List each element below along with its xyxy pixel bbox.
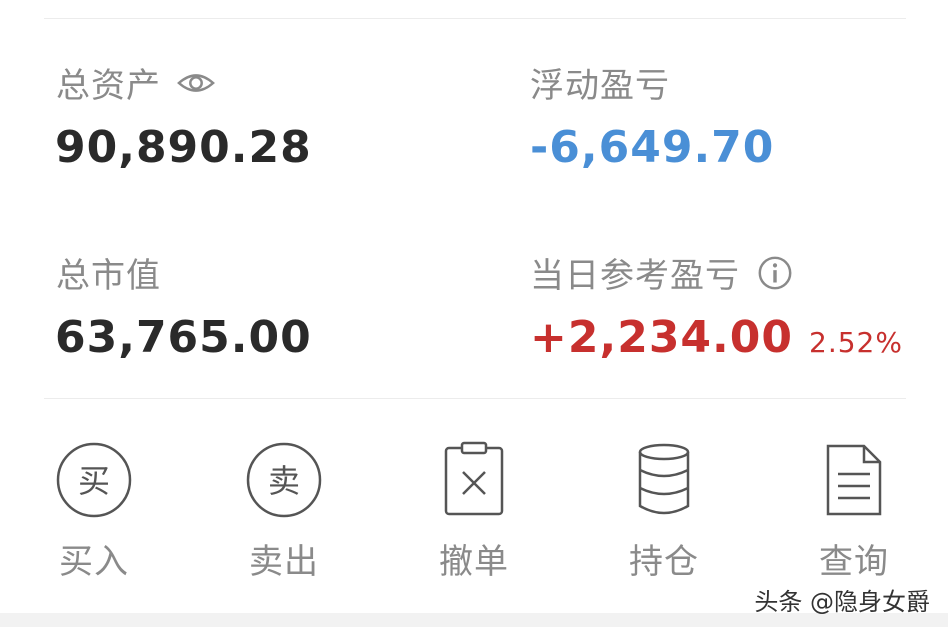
market-value-label: 总市值 xyxy=(56,256,161,296)
cancel-order-clipboard-icon xyxy=(444,441,504,516)
svg-text:买: 买 xyxy=(78,462,110,500)
top-divider xyxy=(44,18,906,19)
floating-pnl-label: 浮动盈亏 xyxy=(530,66,670,106)
buy-label: 买入 xyxy=(59,542,129,582)
daily-pnl-percent: 2.52% xyxy=(809,326,903,359)
daily-pnl-value-row: +2,234.00 2.52% xyxy=(530,312,903,363)
total-assets-label-row: 总资产 xyxy=(56,58,215,107)
cancel-order-button[interactable]: 撤单 xyxy=(414,440,534,583)
query-document-icon xyxy=(826,444,882,516)
eye-icon[interactable] xyxy=(177,64,215,102)
market-value-label-row: 总市值 xyxy=(56,248,161,297)
query-label: 查询 xyxy=(819,542,889,582)
svg-text:卖: 卖 xyxy=(268,462,300,500)
daily-pnl-label: 当日参考盈亏 xyxy=(530,256,740,296)
positions-label: 持仓 xyxy=(629,542,699,582)
buy-circle-icon: 买 xyxy=(56,442,132,518)
query-button[interactable]: 查询 xyxy=(794,440,914,583)
market-value-value: 63,765.00 xyxy=(55,312,312,363)
middle-divider xyxy=(44,398,906,399)
sell-circle-icon: 卖 xyxy=(246,442,322,518)
info-icon[interactable] xyxy=(756,254,794,292)
daily-pnl-label-row: 当日参考盈亏 xyxy=(530,248,794,297)
buy-button[interactable]: 买 买入 xyxy=(34,440,154,583)
cancel-order-label: 撤单 xyxy=(439,542,509,582)
watermark: 头条 @隐身女爵 xyxy=(754,588,930,616)
floating-pnl-label-row: 浮动盈亏 xyxy=(530,58,670,107)
position-database-icon xyxy=(638,443,690,515)
floating-pnl-value: -6,649.70 xyxy=(530,122,775,173)
total-assets-label: 总资产 xyxy=(56,66,161,106)
total-assets-value: 90,890.28 xyxy=(55,122,312,173)
sell-button[interactable]: 卖 卖出 xyxy=(224,440,344,583)
positions-button[interactable]: 持仓 xyxy=(604,440,724,583)
sell-label: 卖出 xyxy=(249,542,319,582)
daily-pnl-value: +2,234.00 xyxy=(530,312,793,363)
